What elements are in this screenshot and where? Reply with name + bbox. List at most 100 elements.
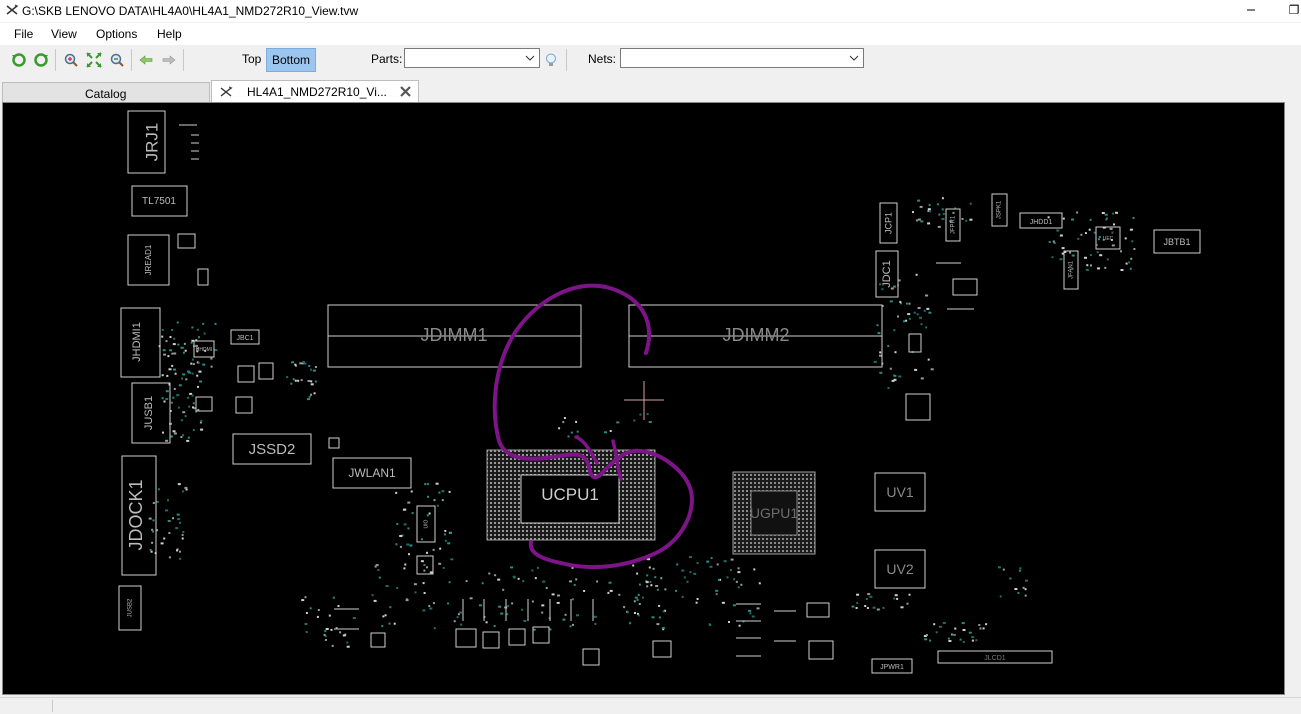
board-canvas[interactable]: JRJ1 TL7501 JREAD1 JHDMI1 JBC1 UHDMI JUS…	[3, 103, 1285, 695]
via-dot	[930, 368, 934, 371]
label-jhdmi1: JHDMI1	[131, 322, 143, 362]
label-jcp1: JCP1	[883, 212, 893, 234]
component-outline[interactable]	[177, 233, 196, 249]
via-dot	[851, 605, 855, 608]
via-dot	[616, 421, 620, 424]
via-dot	[567, 435, 570, 438]
via-dot	[1025, 579, 1028, 582]
layer-bottom-button[interactable]: Bottom	[266, 48, 317, 72]
via-dot	[180, 436, 183, 438]
label-uhdmi: UHDMI	[196, 347, 212, 353]
via-dot	[865, 598, 868, 600]
via-dot	[893, 378, 897, 381]
via-dot	[726, 576, 729, 579]
via-dot	[184, 349, 187, 352]
via-dot	[485, 621, 488, 624]
via-dot	[646, 585, 649, 588]
component-outline[interactable]	[197, 268, 209, 286]
via-dot	[342, 634, 346, 637]
tab-board-view[interactable]: HL4A1_NMD272R10_Vi...	[211, 80, 419, 102]
via-dot	[290, 382, 293, 385]
component-outline[interactable]	[905, 393, 931, 421]
via-dot	[399, 535, 403, 537]
via-dot	[1088, 228, 1091, 231]
via-dot	[928, 311, 932, 314]
via-dot	[937, 225, 941, 228]
via-dot	[1052, 240, 1055, 243]
via-dot	[1022, 586, 1025, 589]
via-dot	[1061, 252, 1064, 255]
via-dot	[920, 323, 923, 326]
zoom-in-icon[interactable]	[63, 52, 79, 68]
menu-options[interactable]: Options	[96, 27, 137, 41]
fit-screen-icon[interactable]	[86, 52, 102, 68]
via-dot	[433, 499, 436, 502]
via-dot	[447, 602, 450, 605]
via-dot	[936, 203, 939, 206]
via-dot	[182, 490, 185, 493]
via-dot	[942, 621, 946, 624]
restore-button[interactable]: ❐	[1286, 2, 1301, 18]
layer-top-button[interactable]: Top	[237, 48, 266, 70]
via-dot	[933, 623, 936, 626]
parts-combobox[interactable]	[404, 48, 540, 68]
lightbulb-icon[interactable]	[543, 52, 559, 68]
component-outline[interactable]	[952, 278, 978, 296]
via-dot	[172, 517, 174, 520]
via-dot	[1115, 211, 1118, 214]
via-dot	[174, 372, 177, 375]
via-dot	[923, 309, 926, 312]
via-dot	[634, 612, 636, 614]
menu-file[interactable]: File	[14, 27, 33, 41]
zoom-out-icon[interactable]	[109, 52, 125, 68]
via-dot	[716, 563, 719, 566]
via-dot	[182, 434, 184, 437]
arrow-forward-icon[interactable]	[161, 52, 177, 68]
via-dot	[969, 202, 972, 205]
tab-catalog[interactable]: Catalog	[2, 82, 210, 102]
label-jspk1: JSPK1	[997, 200, 1003, 219]
via-dot	[1111, 231, 1114, 234]
via-dot	[444, 533, 446, 536]
menu-help[interactable]: Help	[157, 27, 182, 41]
via-dot	[167, 355, 170, 358]
via-dot	[305, 631, 308, 633]
via-dot	[961, 218, 964, 220]
board-viewer[interactable]: JRJ1 TL7501 JREAD1 JHDMI1 JBC1 UHDMI JUS…	[2, 102, 1285, 695]
via-dot	[938, 213, 941, 216]
via-dot	[928, 203, 931, 206]
via-dot	[1099, 254, 1103, 257]
label-jdimm1: JDIMM1	[421, 325, 488, 345]
via-dot	[920, 377, 924, 380]
via-dot	[898, 279, 901, 282]
menu-view[interactable]: View	[51, 27, 77, 41]
via-dot	[423, 569, 426, 572]
via-dot	[557, 594, 560, 597]
via-dot	[896, 597, 899, 600]
via-dot	[339, 631, 342, 634]
via-dot	[664, 588, 667, 591]
label-jbc1: JBC1	[236, 335, 253, 342]
arrow-back-icon[interactable]	[138, 52, 154, 68]
rotate-left-icon[interactable]	[11, 52, 27, 68]
via-dot	[403, 567, 406, 570]
label-jfpr1: JFPR1	[951, 215, 957, 234]
via-dot	[660, 577, 663, 580]
via-dot	[384, 614, 387, 617]
nets-combobox[interactable]	[620, 48, 864, 68]
label-jfan1: JFAN1	[1069, 260, 1075, 279]
minimize-button[interactable]	[1243, 2, 1259, 18]
via-dot	[1129, 267, 1132, 270]
rotate-right-icon[interactable]	[33, 52, 49, 68]
via-dot	[756, 607, 760, 610]
via-dot	[182, 411, 186, 414]
via-dot	[889, 367, 892, 370]
via-dot	[876, 608, 880, 611]
label-jdimm2: JDIMM2	[723, 325, 790, 345]
via-dot	[1124, 237, 1127, 240]
close-icon[interactable]	[399, 85, 412, 98]
via-dot	[172, 430, 176, 433]
via-dot	[324, 630, 327, 633]
via-dot	[478, 604, 482, 607]
via-dot	[894, 374, 897, 377]
